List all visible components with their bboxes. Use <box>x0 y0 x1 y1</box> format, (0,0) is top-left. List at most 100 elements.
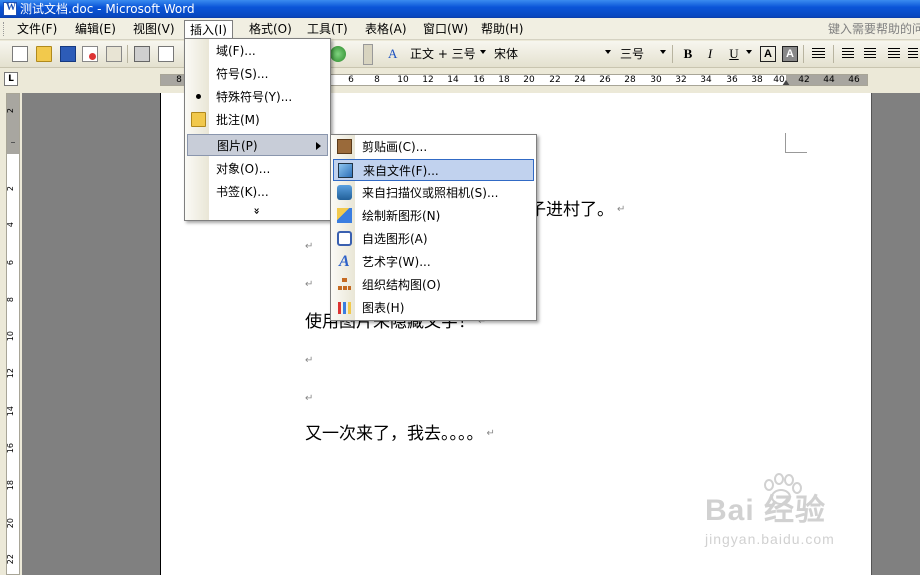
web-globe-icon[interactable] <box>330 46 346 62</box>
ruler-label: 28 <box>624 75 636 85</box>
insert-comment-item[interactable]: 批注(M) <box>187 109 328 131</box>
word-app-icon[interactable] <box>3 2 17 16</box>
ruler-label: 14 <box>447 75 459 85</box>
from-scanner-item[interactable]: 来自扫描仪或照相机(S)... <box>333 182 534 204</box>
paragraph-mark: ↵ <box>305 393 314 404</box>
ruler-label: 36 <box>726 75 738 85</box>
paragraph-mark: ↵ <box>486 428 495 439</box>
menu-file[interactable]: 文件(F) <box>12 20 62 38</box>
numbering-icon[interactable] <box>842 48 854 59</box>
increase-indent-icon[interactable] <box>908 48 918 59</box>
menu-tools[interactable]: 工具(T) <box>302 20 353 38</box>
permission-icon[interactable] <box>82 46 98 62</box>
menu-item-label: 批注(M) <box>216 113 260 127</box>
save-icon[interactable] <box>60 46 76 62</box>
menu-item-label: 艺术字(W)... <box>362 255 431 269</box>
ruler-label: 6 <box>6 260 15 266</box>
font-dropdown-arrow[interactable] <box>605 50 611 54</box>
font-size-dropdown-arrow[interactable] <box>660 50 666 54</box>
decrease-indent-icon[interactable] <box>888 48 900 59</box>
menu-help[interactable]: 帮助(H) <box>476 20 528 38</box>
font-dropdown[interactable]: 宋体 <box>494 46 518 62</box>
window-title: 测试文档.doc - Microsoft Word <box>20 2 195 16</box>
menu-item-label: 符号(S)... <box>216 67 269 81</box>
ruler-label: 20 <box>523 75 535 85</box>
menu-view[interactable]: 视图(V) <box>128 20 180 38</box>
new-drawing-item[interactable]: 绘制新图形(N) <box>333 205 534 227</box>
insert-field-item[interactable]: 域(F)... <box>187 40 328 62</box>
character-border-button[interactable]: A <box>760 46 776 62</box>
chart-item[interactable]: 图表(H) <box>333 297 534 319</box>
scanner-icon <box>337 185 352 200</box>
menu-insert[interactable]: 插入(I) <box>184 20 233 40</box>
ruler-label: 4 <box>6 222 15 228</box>
ruler-top-margin <box>7 94 19 154</box>
menu-window[interactable]: 窗口(W) <box>418 20 473 38</box>
ruler-label: 8 <box>374 75 380 85</box>
menubar-grip[interactable] <box>3 22 6 36</box>
align-justify-icon[interactable] <box>812 48 825 59</box>
ruler-label: 12 <box>6 368 15 379</box>
help-search-input[interactable]: 键入需要帮助的问题 <box>828 20 920 38</box>
paragraph-text: 又一次来了，我去。。。。 <box>305 424 484 444</box>
toolbar-separator <box>833 45 834 63</box>
ruler-label: 44 <box>823 75 835 85</box>
paragraph-3[interactable]: 又一次来了，我去。。。。 ↵ <box>305 423 495 445</box>
menu-item-label: 绘制新图形(N) <box>362 209 441 223</box>
ruler-label: 2 <box>6 108 15 114</box>
print-icon[interactable] <box>134 46 150 62</box>
from-file-item[interactable]: 来自文件(F)... <box>333 159 534 181</box>
ruler-label: 10 <box>6 331 15 342</box>
open-folder-icon[interactable] <box>36 46 52 62</box>
menu-item-label: 组织结构图(O) <box>362 278 441 292</box>
style-dropdown-arrow[interactable] <box>480 50 486 54</box>
new-document-icon[interactable] <box>12 46 28 62</box>
ruler-label: 6 <box>348 75 354 85</box>
comment-folder-icon <box>191 112 206 127</box>
font-size-dropdown[interactable]: 三号 <box>620 46 644 62</box>
underline-dropdown-arrow[interactable] <box>746 50 752 54</box>
insert-bookmark-item[interactable]: 书签(K)... <box>187 181 328 203</box>
styles-pane-icon[interactable]: A <box>388 46 397 62</box>
ruler-label: 22 <box>6 554 15 565</box>
vertical-ruler[interactable]: 2 2 4 6 8 10 12 14 16 18 20 22 <box>6 93 20 575</box>
bold-button[interactable]: B <box>680 46 696 62</box>
underline-button[interactable]: U <box>726 46 742 62</box>
paragraph-1[interactable]: 子进村了。 ↵ <box>529 199 625 221</box>
autoshapes-icon <box>337 231 352 246</box>
ruler-label: 24 <box>574 75 586 85</box>
menu-item-label: 剪贴画(C)... <box>362 140 428 154</box>
insert-symbol-item[interactable]: 符号(S)... <box>187 63 328 85</box>
right-indent-marker[interactable] <box>782 80 790 85</box>
ruler-label: 42 <box>798 75 810 85</box>
menu-bar: 文件(F) 编辑(E) 视图(V) 插入(I) 格式(O) 工具(T) 表格(A… <box>0 18 920 40</box>
insert-object-item[interactable]: 对象(O)... <box>187 158 328 180</box>
baidu-jingyan-watermark: Bai 经验 jingyan.baidu.com <box>705 473 835 547</box>
print-preview-icon[interactable] <box>158 46 174 62</box>
ruler-label: 18 <box>498 75 510 85</box>
clipart-item[interactable]: 剪贴画(C)... <box>333 136 534 158</box>
expand-menu-chevron-icon[interactable]: » <box>250 207 264 214</box>
insert-menu-dropdown: 域(F)... 符号(S)... 特殊符号(Y)... 批注(M) 图片(P) … <box>184 38 331 221</box>
toolbar-options-button[interactable] <box>363 44 373 65</box>
tab-selector-button[interactable]: L <box>4 72 18 86</box>
org-chart-item[interactable]: 组织结构图(O) <box>333 274 534 296</box>
ruler-label: 16 <box>473 75 485 85</box>
autoshapes-item[interactable]: 自选图形(A) <box>333 228 534 250</box>
wordart-item[interactable]: 艺术字(W)... <box>333 251 534 273</box>
menu-edit[interactable]: 编辑(E) <box>70 20 121 38</box>
bullets-icon[interactable] <box>864 48 876 59</box>
clipart-icon <box>337 139 352 154</box>
email-icon[interactable] <box>106 46 122 62</box>
menu-format[interactable]: 格式(O) <box>244 20 297 38</box>
menu-table[interactable]: 表格(A) <box>360 20 412 38</box>
character-shading-button[interactable]: A <box>782 46 798 62</box>
ruler-label: 14 <box>6 406 15 417</box>
submenu-arrow-icon <box>316 142 321 150</box>
menu-item-label: 图表(H) <box>362 301 405 315</box>
insert-picture-item[interactable]: 图片(P) <box>187 134 328 156</box>
style-dropdown[interactable]: 正文 + 三号 <box>410 46 476 62</box>
insert-special-symbol-item[interactable]: 特殊符号(Y)... <box>187 86 328 108</box>
ruler-label: 22 <box>549 75 561 85</box>
italic-button[interactable]: I <box>702 46 718 62</box>
